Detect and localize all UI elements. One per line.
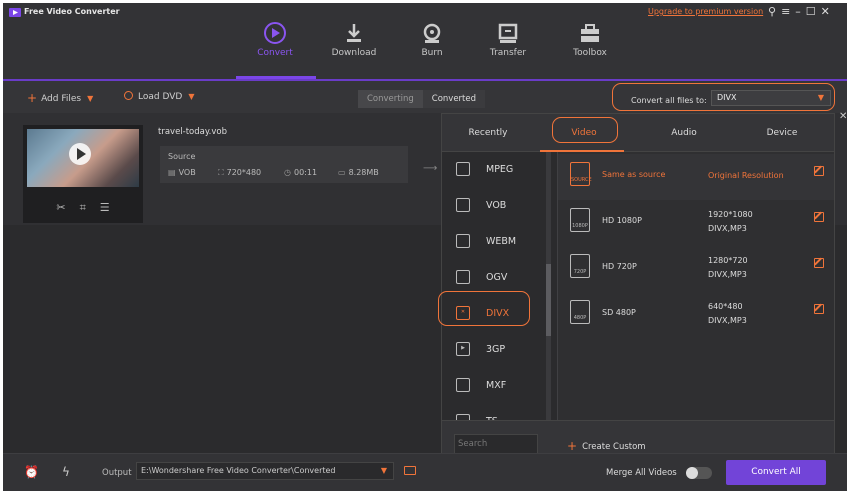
chevron-down-icon: ▼ — [380, 466, 387, 475]
title-bar: Free Video Converter Upgrade to premium … — [3, 3, 847, 79]
format-item-ts[interactable]: TS — [442, 404, 547, 420]
edit-icon[interactable] — [814, 212, 824, 222]
tab-audio[interactable]: Audio — [644, 128, 724, 138]
merge-label: Merge All Videos — [606, 468, 677, 478]
app-window: Free Video Converter Upgrade to premium … — [3, 3, 847, 491]
dvd-icon — [124, 91, 133, 100]
scissors-icon[interactable]: ✂ — [56, 201, 65, 215]
alarm-clock-icon[interactable]: ⏰ — [24, 465, 39, 479]
format-tabs: Recently Video Audio Device — [442, 114, 834, 152]
format-item-ogv[interactable]: OGV — [442, 260, 547, 296]
mxf-icon — [456, 378, 470, 392]
minimize-icon[interactable]: – — [795, 5, 801, 18]
merge-toggle[interactable] — [686, 467, 712, 479]
nav-convert[interactable]: Convert — [240, 21, 310, 58]
nav-transfer[interactable]: Transfer — [473, 21, 543, 58]
dvd-icon — [456, 198, 470, 212]
tab-converted[interactable]: Converted — [422, 90, 486, 108]
toolbar: + Add Files ▼ Load DVD ▼ Converting Convert… — [3, 81, 847, 113]
tab-video[interactable]: Video — [544, 128, 624, 138]
convert-icon — [264, 22, 286, 44]
format-item-3gp[interactable]: ▶ 3GP — [442, 332, 547, 368]
resolution-row-1080p[interactable]: 1080P HD 1080P 1920*1080 DIVX,MP3 — [558, 200, 834, 246]
format-item-divx[interactable]: ✕ DIVX — [442, 296, 547, 332]
transfer-icon — [498, 23, 518, 43]
tab-recently[interactable]: Recently — [448, 128, 528, 138]
resolution-row-source[interactable]: SOURCE Same as source Original Resolutio… — [558, 154, 834, 200]
app-title: Free Video Converter — [24, 7, 120, 16]
play-icon[interactable] — [69, 143, 91, 165]
source-resolution: ⛶ 720*480 — [218, 168, 262, 177]
ogv-icon — [456, 270, 470, 284]
clock-icon: ◷ — [284, 168, 291, 177]
menu-icon[interactable]: ≡ — [781, 5, 790, 18]
output-path-select[interactable]: E:\Wondershare Free Video Converter\Conv… — [136, 462, 394, 480]
resolution-icon: ⛶ — [218, 168, 224, 177]
webm-icon — [456, 234, 470, 248]
output-label: Output — [102, 468, 132, 478]
format-popup: Recently Video Audio Device MPEG VOB WEB… — [441, 113, 835, 464]
format-item-vob[interactable]: VOB — [442, 188, 547, 224]
lightning-icon[interactable]: ϟ — [62, 465, 70, 479]
tab-device[interactable]: Device — [742, 128, 822, 138]
file-name: travel-today.vob — [158, 127, 228, 137]
upgrade-link[interactable]: Upgrade to premium version — [648, 7, 763, 16]
mpeg-icon — [456, 162, 470, 176]
download-icon — [347, 24, 361, 42]
source-info: Source ▤ VOB ⛶ 720*480 ◷ 00:11 ▭ 8.28MB — [160, 146, 408, 183]
source-video-icon: SOURCE — [570, 162, 592, 186]
film-icon: ▤ — [168, 168, 176, 177]
video-480p-icon: 480P — [570, 300, 590, 324]
create-custom-button[interactable]: + Create Custom — [567, 439, 646, 453]
nav-toolbox[interactable]: Toolbox — [555, 21, 625, 58]
resolution-row-480p[interactable]: 480P SD 480P 640*480 DIVX,MP3 — [558, 292, 834, 338]
toolbox-icon — [581, 24, 599, 42]
search-icon[interactable]: ⚲ — [768, 5, 776, 18]
nav-burn[interactable]: Burn — [397, 21, 467, 58]
format-scrollbar-thumb[interactable] — [546, 264, 551, 336]
edit-icon[interactable] — [814, 166, 824, 176]
app-logo-icon — [9, 8, 21, 17]
video-720p-icon: 720P — [570, 254, 590, 278]
close-icon[interactable]: ✕ — [821, 5, 830, 18]
plus-icon: + — [27, 91, 38, 105]
plus-icon: + — [567, 439, 578, 453]
source-duration: ◷ 00:11 — [284, 168, 318, 177]
format-list: MPEG VOB WEBM OGV ✕DIVX ▶3GP MXF TS — [442, 152, 557, 420]
convert-all-button[interactable]: Convert All — [726, 460, 826, 485]
burn-icon — [423, 23, 441, 43]
convert-all-select[interactable]: DIVX ▼ — [711, 90, 831, 106]
arrow-right-icon: ⟶ — [423, 163, 438, 174]
crop-icon[interactable]: ⌗ — [80, 201, 86, 215]
format-item-webm[interactable]: WEBM — [442, 224, 547, 260]
edit-icon[interactable] — [814, 258, 824, 268]
nav-download[interactable]: Download — [319, 21, 389, 58]
load-dvd-button[interactable]: Load DVD ▼ — [124, 91, 194, 102]
tab-converting[interactable]: Converting — [358, 90, 423, 108]
format-item-mpeg[interactable]: MPEG — [442, 152, 547, 188]
resolution-row-720p[interactable]: 720P HD 720P 1280*720 DIVX,MP3 — [558, 246, 834, 292]
format-search-input[interactable]: Search — [454, 434, 538, 454]
edit-icon[interactable] — [814, 304, 824, 314]
add-files-button[interactable]: + Add Files ▼ — [27, 91, 93, 105]
close-popup-icon[interactable]: ✕ — [839, 111, 847, 122]
video-thumbnail[interactable]: ✂ ⌗ ☰ — [23, 125, 143, 223]
video-1080p-icon: 1080P — [570, 208, 590, 232]
divx-icon: ✕ — [456, 306, 470, 320]
convert-all-label: Convert all files to: — [631, 96, 707, 105]
maximize-icon[interactable]: ☐ — [806, 5, 816, 18]
chevron-down-icon[interactable]: ▼ — [188, 92, 194, 101]
play-square-icon: ▶ — [456, 342, 470, 356]
chevron-down-icon[interactable]: ▼ — [87, 94, 93, 103]
source-size: ▭ 8.28MB — [338, 168, 379, 177]
status-tabs: Converting Converted — [358, 90, 486, 108]
adjust-icon[interactable]: ☰ — [100, 201, 110, 215]
chevron-down-icon: ▼ — [817, 93, 824, 102]
bottom-bar: ⏰ ϟ Output E:\Wondershare Free Video Con… — [3, 453, 847, 491]
open-folder-icon[interactable] — [404, 466, 416, 475]
source-format: ▤ VOB — [168, 168, 196, 177]
format-item-mxf[interactable]: MXF — [442, 368, 547, 404]
folder-icon: ▭ — [338, 168, 346, 177]
